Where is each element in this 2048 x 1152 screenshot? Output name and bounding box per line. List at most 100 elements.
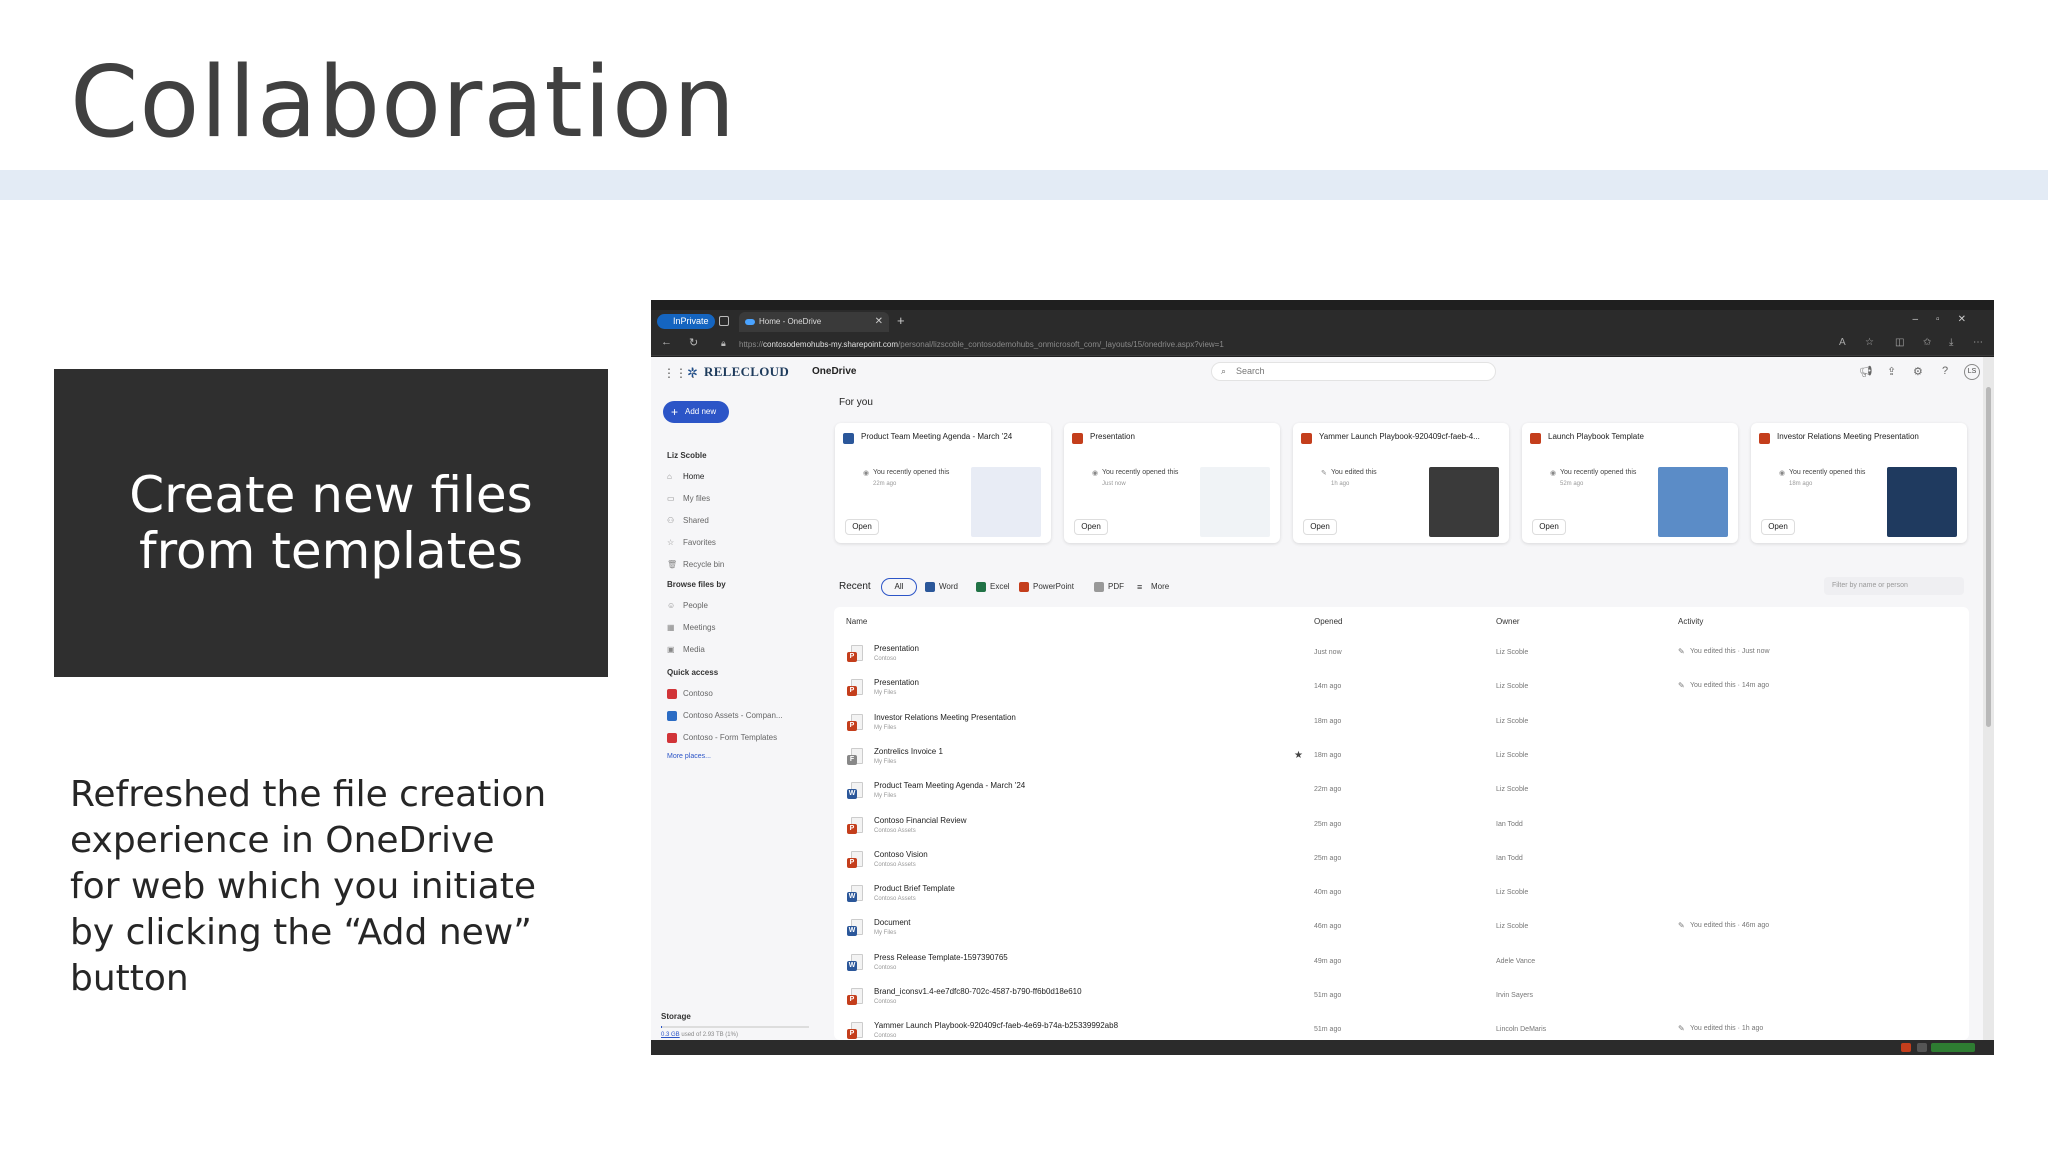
- table-row[interactable]: W Document My Files 46m ago Liz Scoble ✎ You e…: [834, 911, 1969, 945]
- table-row[interactable]: P Presentation Contoso Just now Liz Scoble ✎ Y…: [834, 637, 1969, 671]
- gear-icon[interactable]: ⚙: [1913, 365, 1923, 378]
- taskbar-app-icon[interactable]: [1917, 1043, 1927, 1052]
- tab-actions-icon[interactable]: [719, 316, 729, 326]
- file-name[interactable]: Investor Relations Meeting Presentation: [874, 713, 1016, 722]
- taskbar-app-icon[interactable]: [1901, 1043, 1911, 1052]
- card-thumbnail[interactable]: [1429, 467, 1499, 537]
- url-field[interactable]: https://contosodemohubs-my.sharepoint.co…: [739, 338, 1839, 352]
- file-name[interactable]: Presentation: [874, 678, 919, 687]
- split-screen-icon[interactable]: ◫: [1895, 337, 1904, 348]
- card-thumbnail[interactable]: [1200, 467, 1270, 537]
- file-name[interactable]: Product Brief Template: [874, 884, 955, 893]
- filter-more[interactable]: ≡ More: [1137, 578, 1169, 596]
- file-name[interactable]: Brand_iconsv1.4-ee7dfc80-702c-4587-b790-…: [874, 987, 1082, 996]
- browse-item-meetings[interactable]: ▦ Meetings: [667, 623, 715, 632]
- sidebar-item-home[interactable]: ⌂ Home: [667, 472, 704, 481]
- file-name[interactable]: Yammer Launch Playbook-920409cf-faeb-4e6…: [874, 1021, 1118, 1030]
- file-name[interactable]: Product Team Meeting Agenda - March '24: [874, 781, 1025, 790]
- file-card[interactable]: Launch Playbook Template ◉ You recently op…: [1522, 423, 1738, 543]
- open-button[interactable]: Open: [1761, 519, 1795, 535]
- quick-access-item[interactable]: Contoso Assets - Compan...: [667, 711, 783, 721]
- browse-item-media[interactable]: ▣ Media: [667, 645, 705, 654]
- favorites-bar-icon[interactable]: ✩: [1923, 337, 1931, 348]
- filter-powerpoint[interactable]: PowerPoint: [1019, 578, 1074, 596]
- card-thumbnail[interactable]: [1887, 467, 1957, 537]
- table-row[interactable]: P Investor Relations Meeting Presentation…: [834, 706, 1969, 740]
- favorite-star-icon[interactable]: ★: [1294, 750, 1303, 761]
- quick-access-label: Contoso - Form Templates: [683, 733, 778, 742]
- close-tab-icon[interactable]: ✕: [875, 312, 883, 332]
- open-button[interactable]: Open: [1303, 519, 1337, 535]
- search-input[interactable]: ⌕ Search: [1211, 362, 1496, 381]
- file-name[interactable]: Press Release Template-1597390765: [874, 953, 1008, 962]
- sidebar-item-my-files[interactable]: ▭ My files: [667, 494, 710, 503]
- column-opened[interactable]: Opened: [1314, 617, 1342, 626]
- avatar[interactable]: LS: [1964, 364, 1980, 380]
- table-row[interactable]: W Press Release Template-1597390765 Contos…: [834, 946, 1969, 980]
- card-thumbnail[interactable]: [971, 467, 1041, 537]
- scrollbar-thumb[interactable]: [1986, 387, 1991, 727]
- open-button[interactable]: Open: [1532, 519, 1566, 535]
- add-new-button[interactable]: + Add new: [663, 401, 729, 423]
- file-name[interactable]: Presentation: [874, 644, 919, 653]
- brand-name[interactable]: RELECLOUD: [704, 364, 789, 380]
- card-title[interactable]: Investor Relations Meeting Presentation: [1777, 432, 1961, 441]
- file-card[interactable]: Investor Relations Meeting Presentation ◉…: [1751, 423, 1967, 543]
- back-icon[interactable]: ←: [661, 336, 672, 348]
- filter-input[interactable]: Filter by name or person: [1824, 577, 1964, 595]
- table-row[interactable]: F Zontrelics Invoice 1 My Files ★ 18m ago Liz…: [834, 740, 1969, 774]
- table-row[interactable]: P Brand_iconsv1.4-ee7dfc80-702c-4587-b790…: [834, 980, 1969, 1014]
- filter-all[interactable]: All: [881, 578, 917, 596]
- refresh-icon[interactable]: ↻: [689, 336, 698, 349]
- browse-item-people[interactable]: ☺ People: [667, 601, 708, 610]
- table-row[interactable]: P Presentation My Files 14m ago Liz Scoble ✎ Y…: [834, 671, 1969, 705]
- share-icon[interactable]: ⇪: [1887, 365, 1896, 378]
- read-aloud-icon[interactable]: A: [1839, 337, 1846, 348]
- inprivate-badge[interactable]: InPrivate: [657, 314, 715, 329]
- table-row[interactable]: P Contoso Vision Contoso Assets 25m ago Ian …: [834, 843, 1969, 877]
- filter-pdf[interactable]: PDF: [1094, 578, 1124, 596]
- file-name[interactable]: Contoso Financial Review: [874, 816, 967, 825]
- card-title[interactable]: Launch Playbook Template: [1548, 432, 1732, 441]
- quick-access-item[interactable]: Contoso - Form Templates: [667, 733, 778, 743]
- more-icon[interactable]: ⋯: [1973, 337, 1983, 348]
- filter-word[interactable]: Word: [925, 578, 958, 596]
- sidebar-item-shared[interactable]: ⚇ Shared: [667, 516, 709, 525]
- file-card[interactable]: Product Team Meeting Agenda - March '24 ◉…: [835, 423, 1051, 543]
- column-name[interactable]: Name: [846, 617, 867, 626]
- browse-item-label: Meetings: [683, 623, 716, 632]
- file-name[interactable]: Document: [874, 918, 910, 927]
- favorite-icon[interactable]: ☆: [1865, 337, 1874, 348]
- more-places-link[interactable]: More places...: [667, 753, 711, 760]
- table-row[interactable]: P Contoso Financial Review Contoso Assets 2…: [834, 809, 1969, 843]
- card-thumbnail[interactable]: [1658, 467, 1728, 537]
- card-title[interactable]: Product Team Meeting Agenda - March '24: [861, 432, 1045, 441]
- sidebar-item-favorites[interactable]: ☆ Favorites: [667, 538, 716, 547]
- column-activity[interactable]: Activity: [1678, 617, 1703, 626]
- downloads-icon[interactable]: ⤓: [1949, 337, 1953, 348]
- table-row[interactable]: W Product Brief Template Contoso Assets 40m…: [834, 877, 1969, 911]
- file-name[interactable]: Contoso Vision: [874, 850, 928, 859]
- window-controls[interactable]: –▫✕: [1913, 314, 1985, 325]
- storage-text[interactable]: 0.3 GB used of 2.93 TB (1%): [661, 1032, 738, 1038]
- file-name[interactable]: Zontrelics Invoice 1: [874, 747, 943, 756]
- card-title[interactable]: Presentation: [1090, 432, 1274, 441]
- file-card[interactable]: Presentation ◉ You recently opened this Jus…: [1064, 423, 1280, 543]
- file-card[interactable]: Yammer Launch Playbook-920409cf-faeb-4..…: [1293, 423, 1509, 543]
- table-row[interactable]: W Product Team Meeting Agenda - March '24…: [834, 774, 1969, 808]
- quick-access-item[interactable]: Contoso: [667, 689, 713, 699]
- page-scrollbar[interactable]: [1983, 357, 1994, 1040]
- taskbar-status-chip[interactable]: [1931, 1043, 1975, 1052]
- filter-excel[interactable]: Excel: [976, 578, 1010, 596]
- megaphone-icon[interactable]: 📢︎: [1859, 365, 1873, 378]
- sidebar-item-recycle-bin[interactable]: 🗑︎ Recycle bin: [667, 560, 724, 569]
- card-title[interactable]: Yammer Launch Playbook-920409cf-faeb-4..…: [1319, 432, 1503, 441]
- card-activity: ◉ You recently opened this: [1779, 469, 1865, 477]
- app-name[interactable]: OneDrive: [812, 366, 856, 377]
- open-button[interactable]: Open: [1074, 519, 1108, 535]
- browser-tab[interactable]: Home - OneDrive ✕: [739, 312, 889, 332]
- help-icon[interactable]: ?: [1942, 365, 1948, 377]
- new-tab-button[interactable]: +: [897, 313, 905, 328]
- column-owner[interactable]: Owner: [1496, 617, 1520, 626]
- open-button[interactable]: Open: [845, 519, 879, 535]
